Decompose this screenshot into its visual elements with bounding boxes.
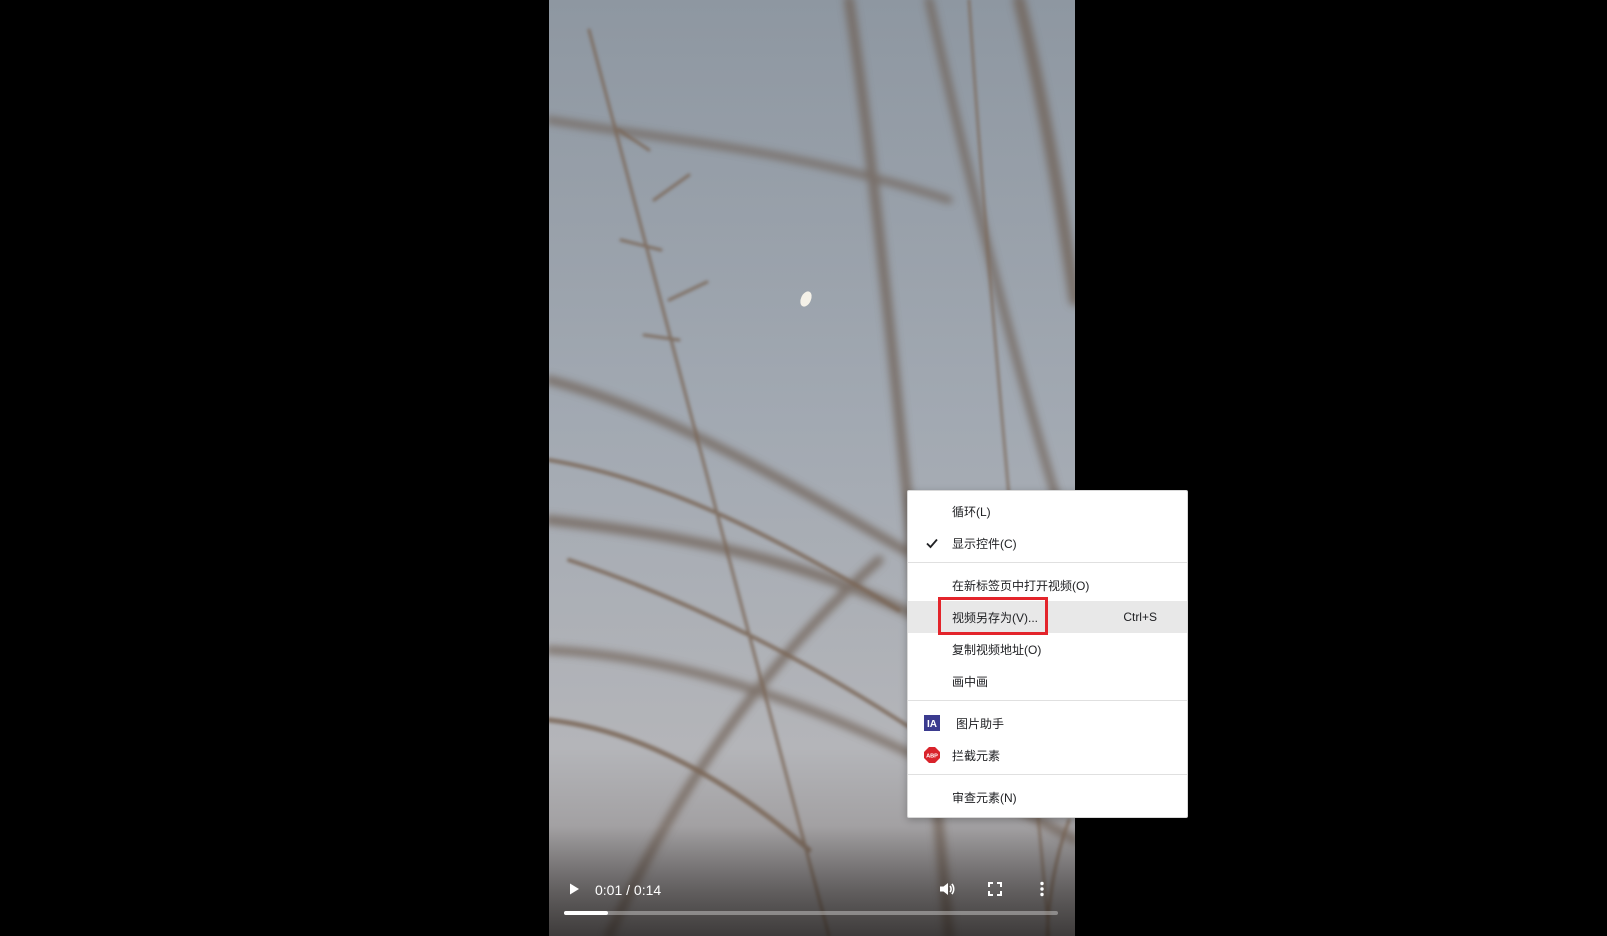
- menu-separator: [908, 700, 1187, 701]
- page: 0:01 / 0:14 循环(L) 显示控件(C) 在新标签页中打开视频(O) …: [0, 0, 1607, 936]
- adblock-icon-text: ABP: [926, 754, 938, 760]
- progress-bar[interactable]: [564, 911, 1058, 915]
- menu-item-label: 循环(L): [952, 504, 991, 519]
- image-assistant-icon-text: IA: [927, 719, 937, 730]
- more-options-icon: [1040, 881, 1044, 897]
- menu-item-inspect-element[interactable]: 审查元素(N): [908, 781, 1187, 813]
- current-time: 0:01: [595, 882, 623, 898]
- context-menu: 循环(L) 显示控件(C) 在新标签页中打开视频(O) 视频另存为(V)... …: [907, 490, 1188, 818]
- more-options-button[interactable]: [1031, 878, 1053, 900]
- checkmark-icon: [926, 538, 938, 549]
- image-assistant-icon: IA: [924, 715, 940, 731]
- play-button[interactable]: [563, 878, 585, 900]
- menu-item-label: 复制视频地址(O): [952, 642, 1042, 657]
- volume-icon: [940, 883, 955, 895]
- menu-item-label: 拦截元素: [952, 748, 1001, 763]
- menu-item-show-controls[interactable]: 显示控件(C): [908, 527, 1187, 559]
- menu-item-image-assistant[interactable]: IA 图片助手: [908, 707, 1187, 739]
- menu-item-picture-in-picture[interactable]: 画中画: [908, 665, 1187, 697]
- volume-button[interactable]: [936, 878, 958, 900]
- fullscreen-icon: [988, 882, 1002, 896]
- menu-separator: [908, 774, 1187, 775]
- progress-fill: [564, 911, 609, 915]
- menu-item-label: 显示控件(C): [952, 536, 1017, 551]
- fullscreen-button[interactable]: [984, 878, 1006, 900]
- menu-item-open-video-new-tab[interactable]: 在新标签页中打开视频(O): [908, 569, 1187, 601]
- menu-separator: [908, 562, 1187, 563]
- adblock-icon: ABP: [924, 747, 940, 763]
- menu-item-label: 图片助手: [956, 716, 1005, 731]
- menu-item-block-element[interactable]: ABP 拦截元素: [908, 739, 1187, 771]
- menu-item-label: 画中画: [952, 674, 989, 689]
- menu-item-loop[interactable]: 循环(L): [908, 495, 1187, 527]
- menu-item-copy-video-address[interactable]: 复制视频地址(O): [908, 633, 1187, 665]
- menu-item-shortcut: Ctrl+S: [1123, 610, 1157, 624]
- video-controls: 0:01 / 0:14: [549, 826, 1075, 936]
- menu-item-label: 审查元素(N): [952, 790, 1017, 805]
- time-separator: /: [626, 882, 631, 898]
- menu-item-label: 视频另存为(V)...: [952, 610, 1038, 625]
- time-display: 0:01 / 0:14: [595, 882, 661, 898]
- play-icon: [570, 883, 579, 895]
- menu-item-label: 在新标签页中打开视频(O): [952, 578, 1090, 593]
- menu-item-save-video-as[interactable]: 视频另存为(V)... Ctrl+S: [908, 601, 1187, 633]
- duration: 0:14: [633, 882, 662, 898]
